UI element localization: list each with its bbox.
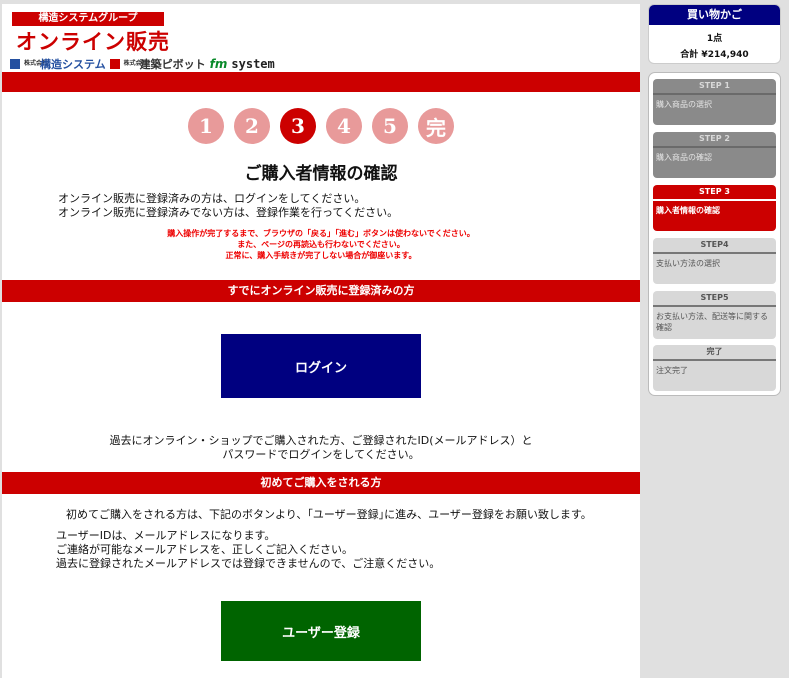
login-description-2: パスワードでログインをしてください。 [222,448,420,461]
user-register-button[interactable]: ユーザー登録 [221,601,421,661]
new-user-header: 初めてご購入をされる方 [2,472,640,494]
side-step-5-body: お支払い方法、配送等に関する確認 [656,312,768,332]
warning-line-2: また、ページの再読込も行わないでください。 [237,240,405,249]
purchase-steps-panel: STEP 1 購入商品の選択 STEP 2 購入商品の確認 STEP 3 購入者… [648,72,781,396]
group-tag: 構造システムグループ [12,12,164,26]
intro-line-1: オンライン販売に登録済みの方は、ログインをしてください。 [58,192,366,205]
side-step-5-head: STEP5 [700,293,729,302]
step-circle-2: 2 [234,108,270,144]
cart-item-count: 1点 [706,34,723,44]
userid-note-1: ユーザーIDは、メールアドレスになります。 [56,529,276,542]
existing-user-header: すでにオンライン販売に登録済みの方 [2,280,640,302]
side-step-complete: 完了 注文完了 [653,345,776,391]
userid-note-3: 過去に登録されたメールアドレスでは登録できませんので、ご注意ください。 [56,557,441,570]
side-step-complete-body: 注文完了 [656,366,688,375]
step-circle-3-active: 3 [280,108,316,144]
fm-system-logo: system [231,57,275,71]
step-circle-complete: 完 [418,108,454,144]
side-step-4-body: 支払い方法の選択 [656,259,720,268]
pivot-logo-icon [109,59,120,69]
side-step-1-head: STEP 1 [699,81,730,90]
corp-label-2: 株式会社 [123,60,148,67]
step-circle-5: 5 [372,108,408,144]
side-step-complete-head: 完了 [706,347,723,356]
side-step-5: STEP5 お支払い方法、配送等に関する確認 [653,291,776,339]
page-title: ご購入者情報の確認 [244,164,398,184]
company-logos: 株式会社 構造システム 株式会社 建築ピボット fm system [10,56,275,72]
warning-line-1: 購入操作が完了するまで、ブラウザの「戻る」「進む」ボタンは使わないでください。 [167,229,475,238]
step-circle-1: 1 [188,108,224,144]
company-kozo-system: 構造システム [40,58,106,71]
site-logo-title[interactable]: オンライン販売 [16,26,170,56]
warning-line-3: 正常に、購入手続きが完了しない場合が御座います。 [225,251,417,260]
login-button[interactable]: ログイン [221,334,421,398]
side-step-1: STEP 1 購入商品の選択 [653,79,776,125]
shopping-cart-box[interactable]: 買い物かご 1点 合計 ¥214,940 [648,4,781,64]
userid-note-2: ご連絡が可能なメールアドレスを、正しくご記入ください。 [56,543,353,556]
side-step-4-head: STEP4 [700,240,729,249]
side-step-2: STEP 2 購入商品の確認 [653,132,776,178]
side-step-4: STEP4 支払い方法の選択 [653,238,776,284]
side-step-3-current: STEP 3 購入者情報の確認 [653,185,776,231]
main-content: 構造システムグループ オンライン販売 株式会社 構造システム 株式会社 建築ピボ… [2,4,640,678]
cart-total: 合計 ¥214,940 [680,50,749,60]
fm-logo: fm [209,57,228,71]
step-circle-4: 4 [326,108,362,144]
side-step-3-head: STEP 3 [699,187,730,196]
step-indicator: 1 2 3 4 5 完 [188,108,454,144]
side-step-1-body: 購入商品の選択 [656,100,712,109]
new-user-description: 初めてご購入をされる方は、下記のボタンより、｢ユーザー登録｣に進み、ユーザー登録… [66,508,592,521]
side-step-3-body: 購入者情報の確認 [656,206,720,215]
kozo-logo-icon [10,59,20,69]
top-banner [2,72,640,92]
side-step-2-body: 購入商品の確認 [656,153,712,162]
cart-title: 買い物かご [649,5,780,25]
login-description-1: 過去にオンライン・ショップでご購入された方、ご登録されたID(メールアドレス）と [109,434,533,447]
intro-line-2: オンライン販売に登録済みでない方は、登録作業を行ってください。 [58,206,399,219]
side-step-2-head: STEP 2 [699,134,730,143]
corp-label: 株式会社 [24,60,49,67]
company-kenchiku-pivot: 建築ピボット [139,58,206,71]
